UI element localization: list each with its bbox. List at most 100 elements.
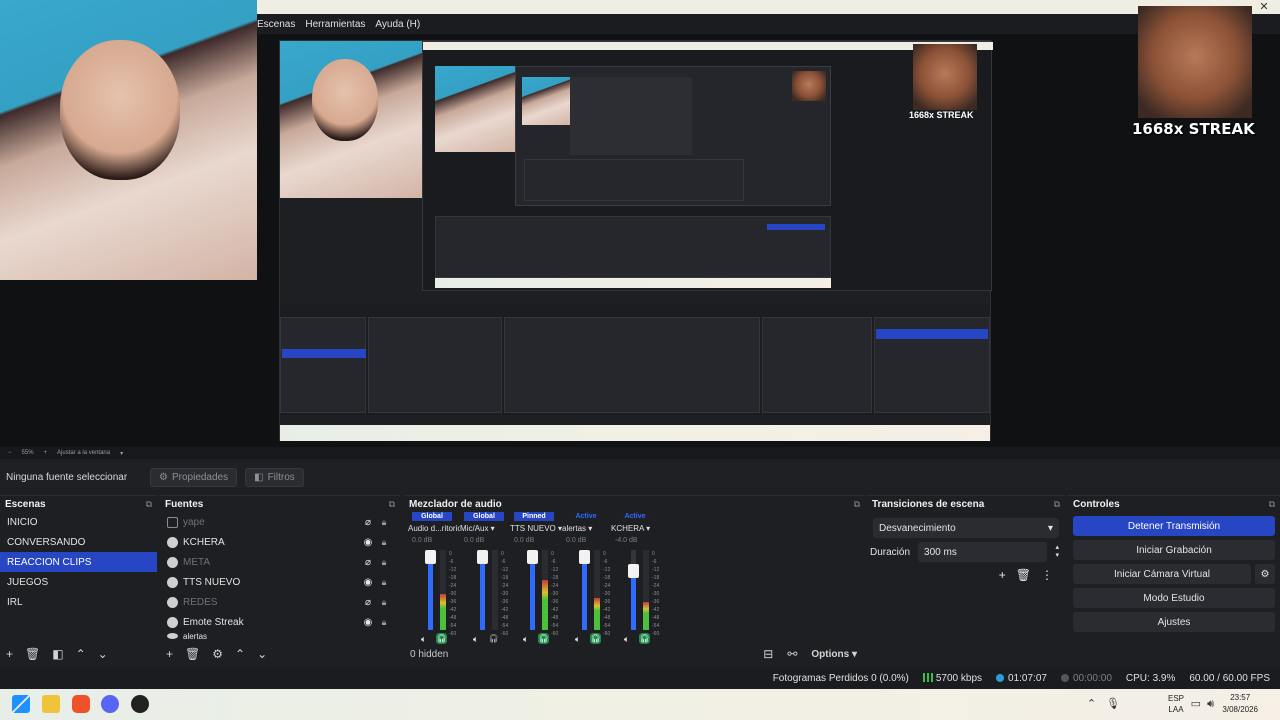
studio-mode-button[interactable]: Modo Estudio bbox=[1073, 588, 1275, 608]
filter-icon[interactable]: ◧ bbox=[52, 647, 63, 661]
link-icon[interactable]: ⚯ bbox=[787, 647, 797, 661]
brave-icon[interactable] bbox=[72, 695, 90, 713]
language-indicator[interactable]: ESP LAA bbox=[1168, 693, 1184, 715]
scene-item[interactable]: IRL bbox=[0, 592, 157, 612]
lock-icon[interactable]: 🔒︎ bbox=[376, 577, 392, 588]
volume-knob[interactable] bbox=[477, 550, 488, 564]
mixer-channel: Global Audio d...ritorio 0.0 dB 0-6-12-18-2… bbox=[408, 512, 460, 652]
browser-icon bbox=[167, 596, 178, 608]
discord-icon[interactable] bbox=[101, 695, 119, 713]
trash-icon[interactable]: 🗑︎ bbox=[1016, 568, 1031, 582]
volume-knob[interactable] bbox=[628, 564, 639, 578]
source-item[interactable]: KCHERA ◉ 🔒︎ bbox=[160, 532, 400, 552]
trash-icon[interactable]: 🗑︎ bbox=[25, 647, 40, 661]
layout-code: LAA bbox=[1168, 705, 1184, 714]
source-item[interactable]: alertas bbox=[160, 632, 400, 640]
menu-tools[interactable]: Herramientas bbox=[305, 19, 365, 30]
channel-name[interactable]: alertas bbox=[562, 524, 614, 533]
emote-streak-image bbox=[1138, 6, 1252, 118]
undock-icon[interactable]: ⧉ bbox=[1054, 499, 1060, 510]
volume-slider[interactable] bbox=[631, 550, 636, 630]
add-icon[interactable]: + bbox=[999, 568, 1006, 582]
scene-item[interactable]: JUEGOS bbox=[0, 572, 157, 592]
eye-icon[interactable]: ◉ bbox=[360, 537, 376, 548]
close-icon[interactable]: ✕ bbox=[1258, 1, 1270, 13]
scene-item[interactable]: INICIO bbox=[0, 512, 157, 532]
lock-icon[interactable]: 🔒︎ bbox=[376, 557, 392, 568]
gear-icon: ⚙ bbox=[159, 471, 168, 483]
channel-name[interactable]: Mic/Aux bbox=[460, 524, 512, 533]
spinner-icon[interactable]: ▴ ▾ bbox=[1055, 544, 1059, 560]
arrow-down-icon[interactable]: ⌄ bbox=[98, 647, 108, 661]
source-item[interactable]: REDES ⌀ 🔒︎ bbox=[160, 592, 400, 612]
source-item[interactable]: META ⌀ 🔒︎ bbox=[160, 552, 400, 572]
arrow-up-icon[interactable]: ⌃ bbox=[235, 647, 245, 661]
eye-hidden-icon[interactable]: ⌀ bbox=[360, 597, 376, 608]
settings-button[interactable]: Ajustes bbox=[1073, 612, 1275, 632]
properties-button[interactable]: ⚙ Propiedades bbox=[150, 467, 238, 487]
system-tray-icons[interactable]: ⌃🎙︎ bbox=[1087, 697, 1130, 710]
undock-icon[interactable]: ⧉ bbox=[854, 499, 860, 510]
lock-icon[interactable]: 🔒︎ bbox=[376, 617, 392, 628]
arrow-up-icon[interactable]: ⌃ bbox=[76, 647, 86, 661]
scene-item[interactable]: CONVERSANDO bbox=[0, 532, 157, 552]
gear-icon[interactable]: ⚙ bbox=[212, 647, 223, 661]
undock-icon[interactable]: ⧉ bbox=[389, 499, 395, 510]
source-item[interactable]: yape ⌀ 🔒︎ bbox=[160, 512, 400, 532]
source-label: alertas bbox=[183, 632, 208, 640]
source-item[interactable]: TTS NUEVO ◉ 🔒︎ bbox=[160, 572, 400, 592]
hidden-count: 0 hidden bbox=[410, 648, 449, 660]
lock-icon[interactable]: 🔒︎ bbox=[376, 597, 392, 608]
add-icon[interactable]: + bbox=[166, 647, 173, 661]
more-icon[interactable]: ⋮ bbox=[1041, 568, 1053, 582]
trash-icon[interactable]: 🗑︎ bbox=[185, 647, 200, 661]
options-button[interactable]: Options ▾ bbox=[811, 649, 857, 660]
transitions-dock: Transiciones de escena ⧉ Desvanecimiento ▾… bbox=[867, 495, 1065, 665]
start-recording-button[interactable]: Iniciar Grabación bbox=[1073, 540, 1275, 560]
duration-input[interactable]: 300 ms bbox=[918, 542, 1048, 562]
channel-name[interactable]: KCHERA bbox=[611, 524, 663, 533]
virtual-camera-button[interactable]: Iniciar Cámara Virtual bbox=[1073, 564, 1251, 584]
taskbar: ⌃🎙︎ ESP LAA ▭🔊︎ 23:57 3/08/2026 bbox=[0, 689, 1280, 720]
menu-help[interactable]: Ayuda (H) bbox=[375, 19, 420, 30]
scene-item-selected[interactable]: REACCION CLIPS bbox=[0, 552, 157, 572]
clock[interactable]: 23:57 3/08/2026 bbox=[1222, 692, 1258, 716]
file-explorer-icon[interactable] bbox=[42, 695, 60, 713]
add-icon[interactable]: + bbox=[6, 647, 13, 661]
channel-name[interactable]: TTS NUEVO bbox=[510, 524, 562, 533]
filters-button[interactable]: ◧ Filtros bbox=[245, 467, 304, 487]
transition-select[interactable]: Desvanecimiento ▾ bbox=[873, 518, 1059, 538]
zoom-in-button[interactable]: + bbox=[44, 450, 48, 456]
chevron-down-icon[interactable]: ▾ bbox=[120, 450, 123, 457]
windows-start-icon[interactable] bbox=[12, 695, 30, 713]
zoom-out-button[interactable]: − bbox=[8, 450, 12, 456]
eye-hidden-icon[interactable]: ⌀ bbox=[360, 557, 376, 568]
gear-icon[interactable]: ⚙ bbox=[1255, 564, 1275, 584]
dropped-frames: Fotogramas Perdidos 0 (0.0%) bbox=[772, 672, 909, 684]
preview-canvas[interactable]: 1668x STREAK bbox=[279, 40, 993, 441]
lock-icon[interactable]: 🔒︎ bbox=[376, 517, 392, 528]
eye-icon[interactable]: ◉ bbox=[360, 617, 376, 628]
lock-icon[interactable]: 🔒︎ bbox=[376, 537, 392, 548]
fit-window-select[interactable]: Ajustar a la ventana bbox=[57, 450, 110, 456]
channel-db: 0.0 dB bbox=[464, 537, 485, 544]
stream-time-value: 01:07:07 bbox=[1008, 672, 1047, 684]
status-bar: Fotogramas Perdidos 0 (0.0%) 5700 kbps 0… bbox=[0, 667, 1280, 689]
channel-badge: Global bbox=[464, 512, 504, 521]
tray-status-icons[interactable]: ▭🔊︎ bbox=[1191, 697, 1220, 711]
undock-icon[interactable]: ⧉ bbox=[146, 499, 152, 510]
layout-icon[interactable]: ⊟ bbox=[763, 647, 773, 661]
eye-hidden-icon[interactable]: ⌀ bbox=[360, 517, 376, 528]
obs-icon[interactable] bbox=[131, 695, 149, 713]
eye-icon[interactable]: ◉ bbox=[360, 577, 376, 588]
menu-scenes[interactable]: Escenas bbox=[257, 19, 295, 30]
arrow-down-icon[interactable]: ⌄ bbox=[257, 647, 267, 661]
stop-stream-button[interactable]: Detener Transmisión bbox=[1073, 516, 1275, 536]
volume-knob[interactable] bbox=[527, 550, 538, 564]
level-meter bbox=[440, 550, 446, 630]
volume-knob[interactable] bbox=[425, 550, 436, 564]
volume-knob[interactable] bbox=[579, 550, 590, 564]
undock-icon[interactable]: ⧉ bbox=[1269, 499, 1275, 510]
source-item[interactable]: Emote Streak ◉ 🔒︎ bbox=[160, 612, 400, 632]
channel-name[interactable]: Audio d...ritorio bbox=[408, 524, 460, 533]
